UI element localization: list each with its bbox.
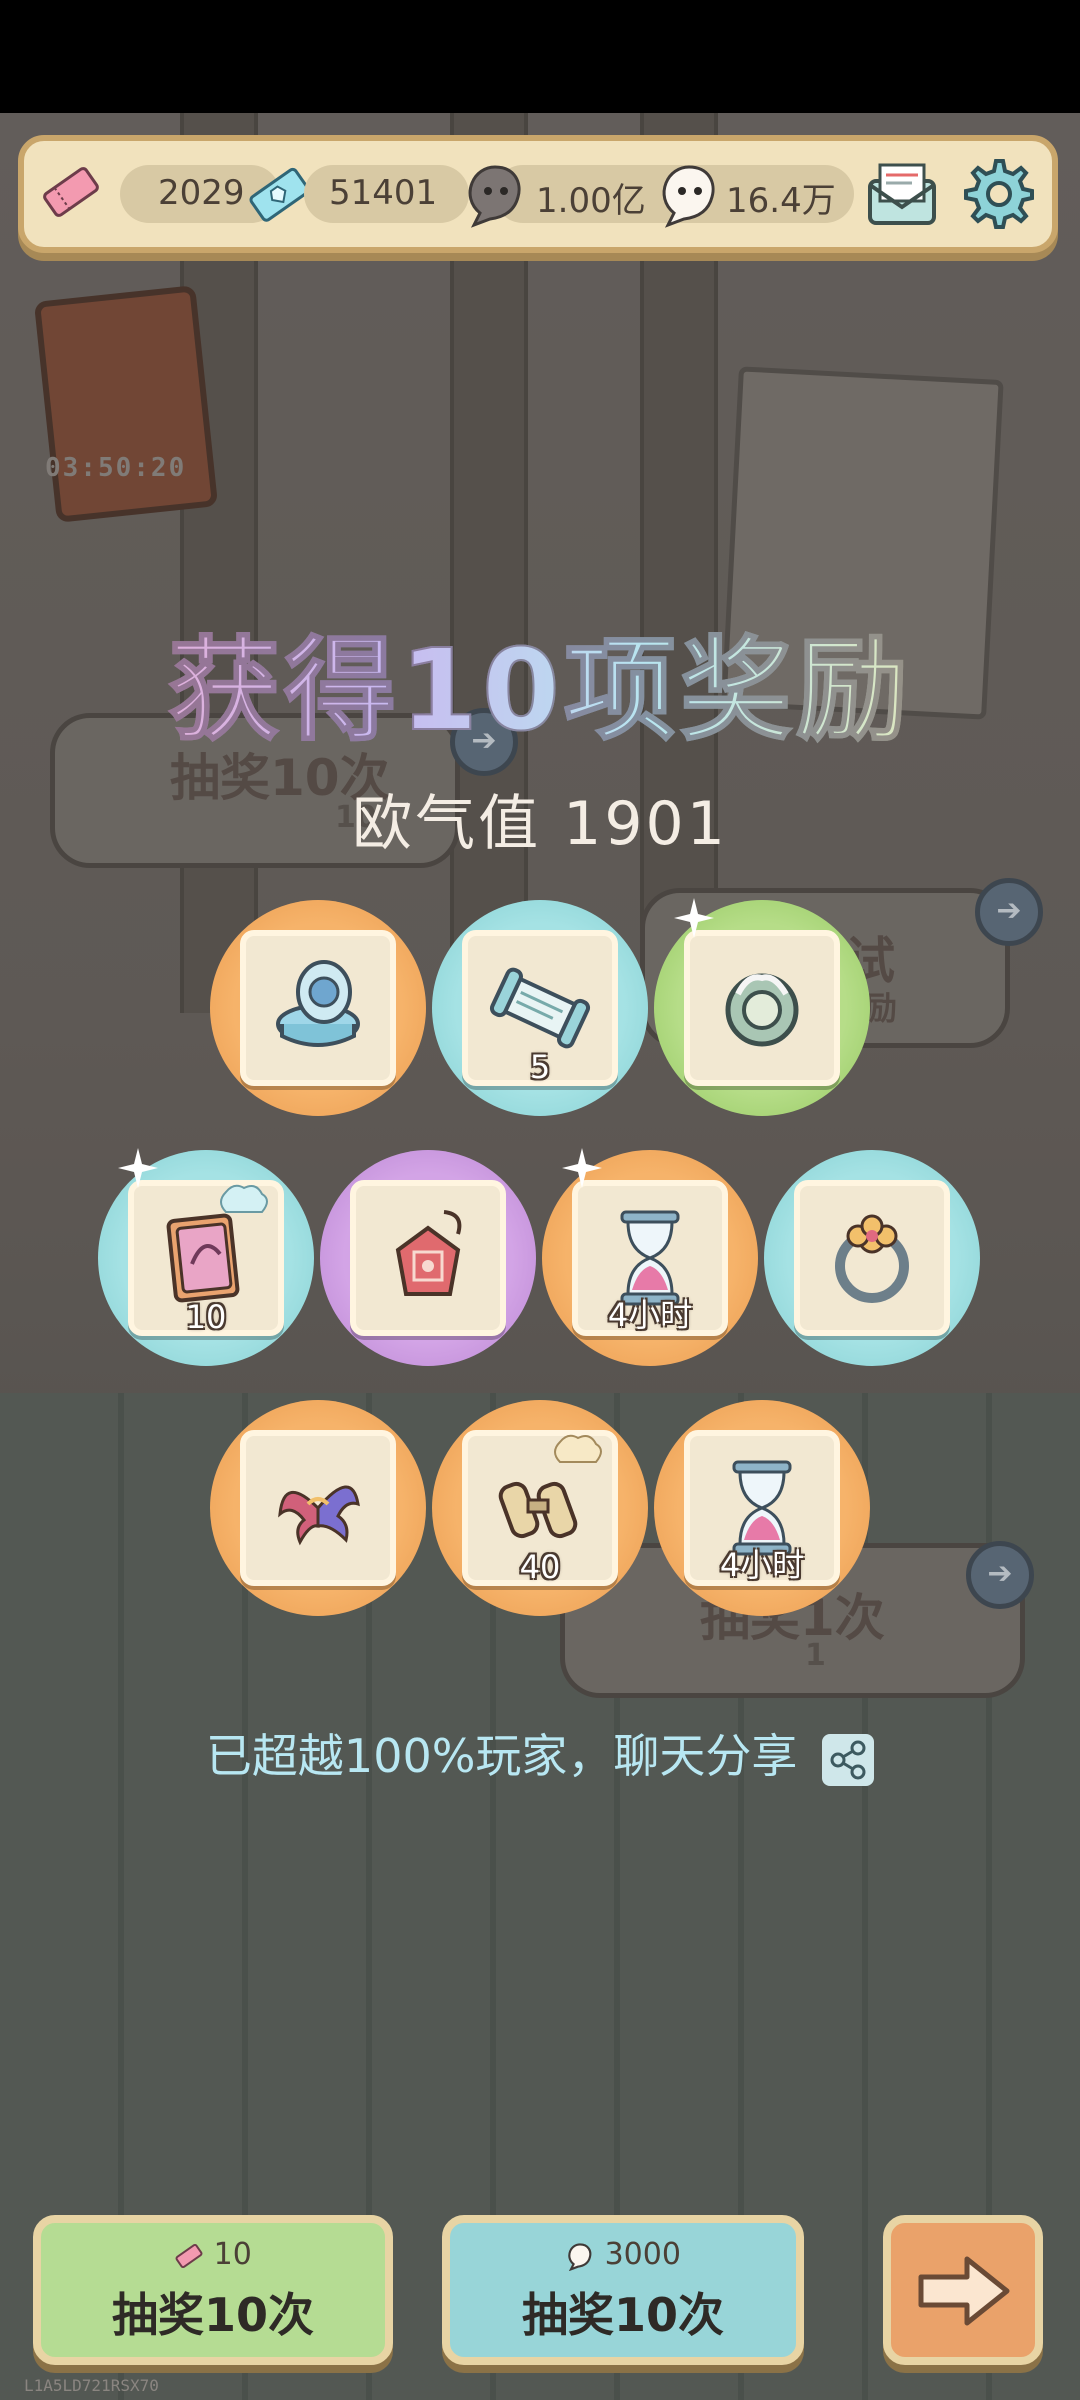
reward-item[interactable] [210,900,426,1116]
luck-value: 欧气值 1901 [352,789,728,859]
reward-item[interactable]: 5 [432,900,648,1116]
next-button[interactable] [883,2215,1043,2365]
crystal-count: 51401 [329,173,438,213]
amulet-icon [395,1210,462,1296]
resource-bar: 2029 51401 1.00亿 16.4万 [18,135,1058,253]
reward-item[interactable] [210,1400,426,1616]
reward-tile [240,930,396,1086]
reward-item[interactable] [764,1150,980,1366]
draw-10-soul-button[interactable]: 3000 抽奖10次 [442,2215,804,2365]
reward-tile [794,1180,950,1336]
reward-quantity: 10 [185,1298,227,1336]
arrow-right-icon [918,2256,1010,2326]
draw-soul-label: 抽奖10次 [521,2288,724,2342]
reward-quantity: 4小时 [719,1546,805,1584]
draw-soul-cost: 3000 [604,2237,681,2272]
reward-item[interactable] [654,898,870,1116]
reward-item[interactable]: 40 [432,1400,648,1616]
reward-item[interactable] [320,1150,536,1366]
reward-quantity: 5 [529,1048,551,1086]
reward-quantity: 4小时 [607,1296,693,1334]
ticket-icon [175,2243,203,2268]
ticket-icon [43,167,99,217]
status-bar [0,0,1080,113]
reward-quantity: 40 [519,1548,561,1586]
draw-ticket-cost: 10 [213,2237,252,2272]
reward-tile [684,930,840,1086]
reward-item[interactable]: 4小时 [542,1148,758,1366]
dark-soul-icon [468,165,521,228]
light-soul-count: 16.4万 [726,181,836,221]
reward-tile [240,1430,396,1586]
wings-icon [278,1485,360,1546]
crystal-badge-icon [220,1184,268,1213]
draw-soul-cost-row: 3000 [450,2237,796,2272]
portal-bowl-icon [276,960,360,1047]
scroll-icon [489,967,591,1049]
claw-ring-icon [725,973,799,1047]
reward-tile [350,1180,506,1336]
sparkle-icon [562,1148,602,1188]
ticket-count: 2029 [158,173,245,213]
light-soul-icon [568,2242,592,2271]
dark-soul-count: 1.00亿 [536,181,646,221]
draw-10-ticket-button[interactable]: 10 抽奖10次 [33,2215,393,2365]
watermark: L1A5LD721RSX70 [24,2376,159,2395]
mail-icon[interactable] [864,159,940,229]
light-soul-icon [662,165,715,228]
sparkle-icon [118,1148,158,1188]
sparkle-icon [674,898,714,938]
reward-title: 获得10项奖励 [0,600,1080,762]
flower-ring-icon [835,1214,909,1303]
share-text: 已超越100%玩家，聊天分享 [205,1729,798,1783]
crystal-badge-icon [554,1434,602,1463]
draw-ticket-label: 抽奖10次 [111,2288,314,2342]
draw-ticket-cost-row: 10 [41,2237,385,2272]
share-icon[interactable] [822,1733,875,1786]
reward-item[interactable]: 10 [98,1148,314,1366]
reward-item[interactable]: 4小时 [654,1400,870,1616]
share-row[interactable]: 已超越100%玩家，聊天分享 [0,1720,1080,1786]
gear-icon[interactable] [958,155,1034,231]
